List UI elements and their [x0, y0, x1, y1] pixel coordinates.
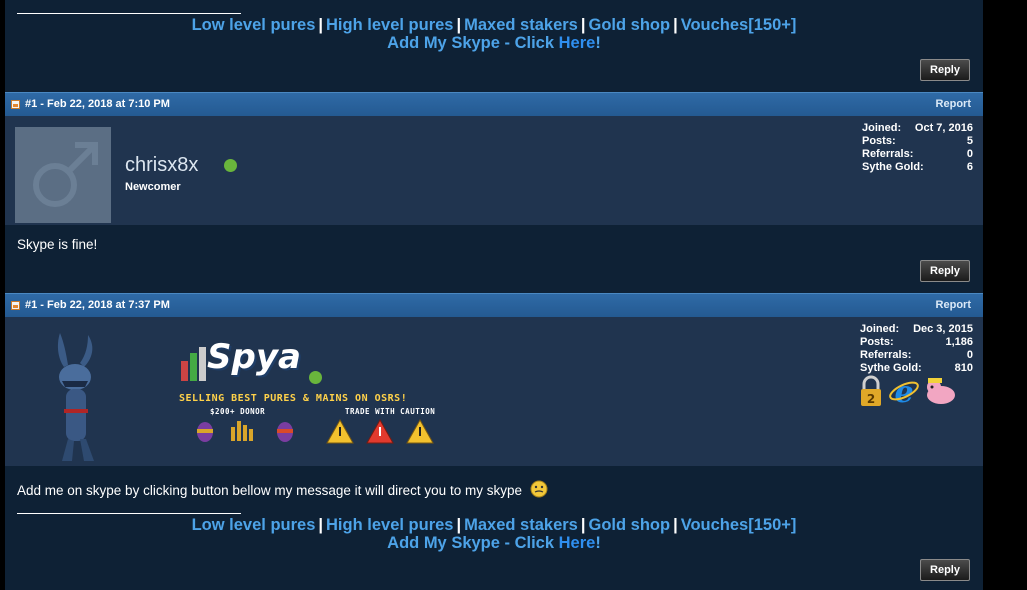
pink-pig-icon[interactable] — [924, 375, 958, 407]
stat-row: Joined: Oct 7, 2016 — [862, 122, 973, 134]
stat-row: Referrals: 0 — [860, 349, 973, 361]
post-number-date[interactable]: #1 - Feb 22, 2018 at 7:37 PM — [25, 294, 170, 317]
sig-separator: | — [580, 516, 586, 534]
online-indicator — [224, 159, 237, 172]
sig-skype-suffix: ! — [595, 534, 601, 552]
post-message: Skype is fine! — [17, 237, 98, 252]
sig-skype-text: Add My Skype - Click — [387, 534, 559, 552]
user-info-panel: Spya SELLING BEST PURES & MAINS ON OSRS!… — [5, 317, 983, 466]
sig-link-maxed-stakers[interactable]: Maxed stakers — [464, 516, 578, 534]
signature-links-top: Low level pures | High level pures | Maxed s… — [5, 16, 983, 34]
stat-row: Joined: Dec 3, 2015 — [860, 323, 973, 335]
user-stats: Joined: Dec 3, 2015 Posts: 1,186 Referrals… — [860, 323, 973, 375]
reply-button[interactable]: Reply — [920, 59, 970, 81]
signature-divider — [17, 13, 241, 14]
sig-separator: | — [456, 16, 462, 34]
svg-text:e: e — [894, 375, 913, 407]
sig-link-high-level-pures[interactable]: High level pures — [326, 516, 453, 534]
user-stats: Joined: Oct 7, 2016 Posts: 5 Referrals: 0 S… — [862, 122, 973, 174]
stat-row: Posts: 5 — [862, 135, 973, 147]
sig-separator: | — [673, 16, 678, 34]
post-header: #1 - Feb 22, 2018 at 7:10 PM Report — [5, 92, 983, 116]
post-number-date[interactable]: #1 - Feb 22, 2018 at 7:10 PM — [25, 93, 170, 116]
sig-link-low-level-pures[interactable]: Low level pures — [192, 516, 316, 534]
stat-row: Posts: 1,186 — [860, 336, 973, 348]
report-link[interactable]: Report — [936, 93, 971, 116]
sig-link-vouches[interactable]: Vouches[150+] — [681, 516, 797, 534]
sig-separator: | — [456, 516, 462, 534]
signature-skype-bottom: Add My Skype - Click Here! — [5, 534, 983, 552]
sig-separator: | — [318, 16, 324, 34]
user-badges: 2 e — [858, 375, 958, 407]
banner-tagline: SELLING BEST PURES & MAINS ON OSRS! — [179, 393, 408, 404]
user-info-panel: chrisx8x Newcomer Joined: Oct 7, 2016 Pos… — [5, 116, 983, 225]
report-link[interactable]: Report — [936, 294, 971, 317]
rabbit-icon — [57, 333, 94, 461]
post-message-text: Add me on skype by clicking button bello… — [17, 483, 522, 498]
user-rank: Newcomer — [125, 181, 181, 193]
male-symbol-icon — [33, 142, 98, 207]
rabbit-avatar[interactable] — [30, 325, 120, 465]
sig-link-high-level-pures[interactable]: High level pures — [326, 16, 453, 34]
online-indicator — [309, 371, 322, 384]
sig-separator: | — [318, 516, 324, 534]
post-message: Add me on skype by clicking button bello… — [17, 480, 548, 498]
signature-divider — [17, 513, 241, 514]
post-icon — [11, 301, 20, 310]
sig-skype-suffix: ! — [595, 34, 601, 52]
username[interactable]: chrisx8x — [125, 154, 198, 177]
sig-link-gold-shop[interactable]: Gold shop — [588, 516, 670, 534]
post-header: #1 - Feb 22, 2018 at 7:37 PM Report — [5, 293, 983, 317]
banner-donor: $200+ DONOR — [210, 407, 266, 416]
banner-badges — [197, 418, 434, 444]
username-banner[interactable]: Spya SELLING BEST PURES & MAINS ON OSRS!… — [175, 337, 445, 447]
sig-link-vouches[interactable]: Vouches[150+] — [681, 16, 797, 34]
stat-row: Sythe Gold: 6 — [862, 161, 973, 173]
smiley-icon — [530, 480, 548, 498]
reply-button[interactable]: Reply — [920, 559, 970, 581]
post-icon — [11, 100, 20, 109]
sig-link-low-level-pures[interactable]: Low level pures — [192, 16, 316, 34]
sig-link-gold-shop[interactable]: Gold shop — [588, 16, 670, 34]
username-banner-text: Spya — [207, 337, 301, 377]
sig-link-maxed-stakers[interactable]: Maxed stakers — [464, 16, 578, 34]
sig-skype-here-link[interactable]: Here — [559, 34, 596, 52]
internet-explorer-icon[interactable]: e — [888, 375, 920, 407]
stat-row: Referrals: 0 — [862, 148, 973, 160]
signature-skype-top: Add My Skype - Click Here! — [5, 34, 983, 52]
sig-separator: | — [673, 516, 678, 534]
reply-button[interactable]: Reply — [920, 260, 970, 282]
thread-content: Low level pures | High level pures | Maxed s… — [5, 0, 983, 590]
sig-skype-here-link[interactable]: Here — [559, 534, 596, 552]
stat-row: Sythe Gold: 810 — [860, 362, 973, 374]
signature-links-bottom: Low level pures | High level pures | Maxed s… — [5, 516, 983, 534]
banner-caution: TRADE WITH CAUTION — [345, 407, 436, 416]
sig-skype-text: Add My Skype - Click — [387, 34, 559, 52]
default-avatar[interactable] — [15, 127, 111, 223]
lock-2-icon[interactable]: 2 — [858, 375, 884, 407]
sig-separator: | — [580, 16, 586, 34]
bar-stack-icon — [181, 347, 206, 381]
svg-text:2: 2 — [867, 392, 875, 406]
